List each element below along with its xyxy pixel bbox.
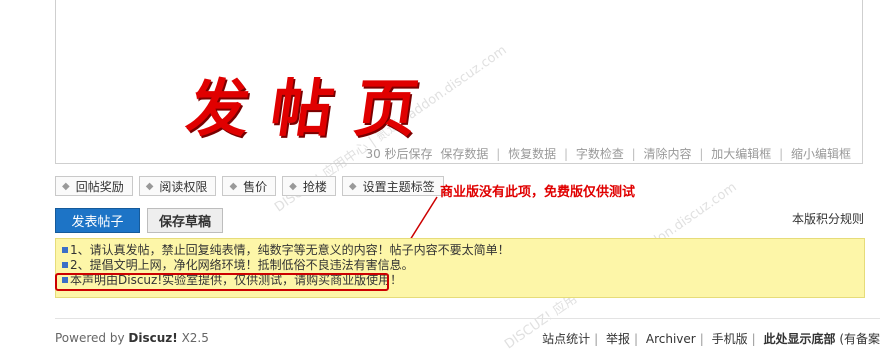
page-title-overlay: 发帖页: [182, 72, 445, 145]
option-label: 阅读权限: [159, 179, 208, 194]
option-price[interactable]: ◆ 售价: [222, 176, 277, 196]
separator: |: [633, 332, 639, 346]
discuz-link[interactable]: Discuz!: [128, 331, 177, 345]
separator: |: [779, 147, 784, 161]
option-label: 设置主题标签: [362, 179, 435, 194]
powered-by: Powered by Discuz! X2.5: [55, 331, 209, 345]
option-label: 售价: [243, 179, 268, 194]
notice-line: 2、提倡文明上网，净化网络环境！抵制低俗不良违法有害信息。: [62, 258, 858, 273]
submit-post-button[interactable]: 发表帖子: [55, 208, 140, 233]
bullet-icon: ◆: [62, 180, 70, 192]
bullet-icon: ◆: [145, 180, 154, 192]
footer-divider: [55, 318, 880, 319]
shrink-editor-link[interactable]: 缩小编辑框: [791, 147, 851, 161]
footer-link-custom[interactable]: 此处显示底部: [763, 332, 835, 346]
bullet-icon: [62, 262, 68, 268]
separator: |: [496, 147, 501, 161]
separator: |: [563, 147, 568, 161]
save-data-link[interactable]: 保存数据: [440, 147, 488, 161]
separator: |: [594, 332, 599, 346]
annotation-note: 商业版没有此项，免费版仅供测试: [440, 185, 636, 200]
post-options: ◆ 回帖奖励 ◆ 阅读权限 ◆ 售价 ◆ 抢楼 ◆ 设置主题标签: [55, 176, 444, 196]
notice-text: 1、请认真发帖，禁止回复纯表情，纯数字等无意义的内容！帖子内容不要太简单！: [70, 243, 510, 257]
bullet-icon: ◆: [348, 180, 357, 192]
bullet-icon: [62, 247, 68, 253]
footer-link-mobile[interactable]: 手机版: [712, 332, 748, 346]
editor-status-bar: 30 秒后保存 保存数据 | 恢复数据 | 字数检查 | 清除内容 | 加大编辑…: [55, 143, 863, 163]
option-read-permission[interactable]: ◆ 阅读权限: [138, 176, 217, 196]
footer-link-archiver[interactable]: Archiver: [646, 332, 696, 346]
powered-prefix: Powered by: [55, 331, 125, 345]
footer-link-stats[interactable]: 站点统计: [542, 332, 590, 346]
powered-version: X2.5: [181, 331, 209, 345]
annotation-highlight-box: [55, 273, 389, 291]
bullet-icon: ◆: [229, 180, 238, 192]
credit-rules-link[interactable]: 本版积分规则: [792, 210, 864, 227]
restore-data-link[interactable]: 恢复数据: [508, 147, 556, 161]
notice-line: 1、请认真发帖，禁止回复纯表情，纯数字等无意义的内容！帖子内容不要太简单！: [62, 243, 858, 258]
clear-content-link[interactable]: 清除内容: [644, 147, 692, 161]
option-label: 抢楼: [302, 179, 327, 194]
footer-icp[interactable]: (有备案: [839, 332, 880, 346]
footer-link-report[interactable]: 举报: [606, 332, 630, 346]
separator: |: [699, 147, 704, 161]
save-draft-button[interactable]: 保存草稿: [147, 208, 223, 233]
bullet-icon: ◆: [289, 180, 297, 192]
enlarge-editor-link[interactable]: 加大编辑框: [711, 147, 771, 161]
option-topic-tags[interactable]: ◆ 设置主题标签: [341, 176, 444, 196]
editor-toolbar: 30 秒后保存 保存数据 | 恢复数据 | 字数检查 | 清除内容 | 加大编辑…: [363, 145, 853, 162]
footer-links: 站点统计 | 举报 | Archiver | 手机版 | 此处显示底部 (有备案: [542, 330, 880, 347]
autosave-countdown: 30 秒后保存: [365, 147, 433, 161]
separator: |: [631, 147, 636, 161]
option-reply-reward[interactable]: ◆ 回帖奖励: [55, 176, 133, 196]
separator: |: [699, 332, 704, 346]
option-label: 回帖奖励: [75, 179, 124, 194]
notice-text: 2、提倡文明上网，净化网络环境！抵制低俗不良违法有害信息。: [70, 258, 414, 272]
option-rush-floor[interactable]: ◆ 抢楼: [282, 176, 336, 196]
word-count-link[interactable]: 字数检查: [576, 147, 624, 161]
separator: |: [751, 332, 756, 346]
